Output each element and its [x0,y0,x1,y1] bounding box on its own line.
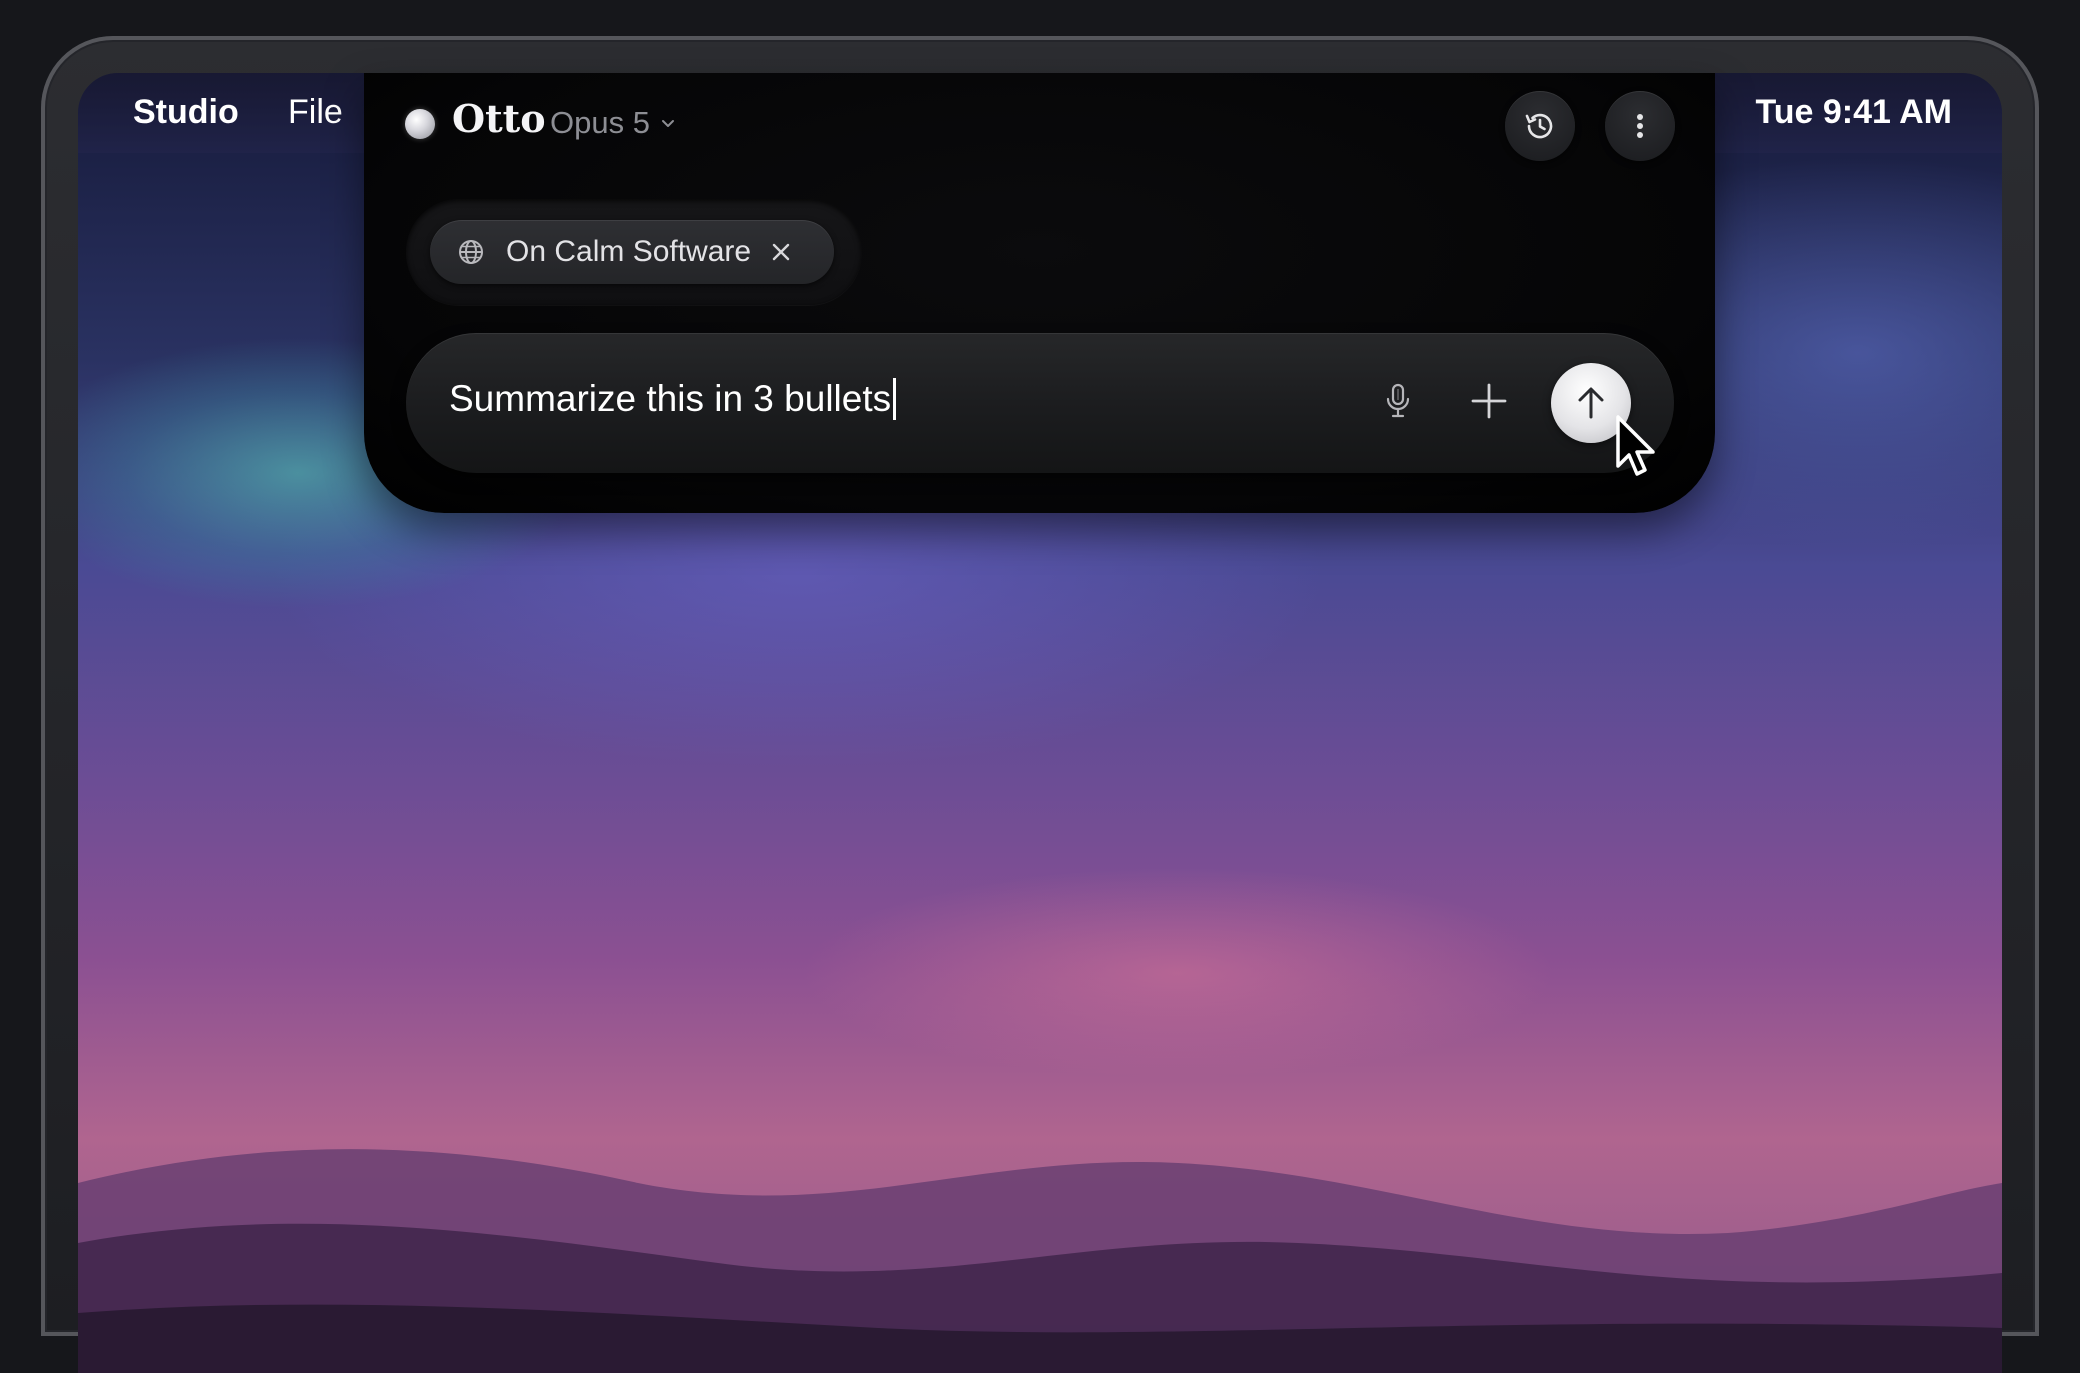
add-attachment-button[interactable] [1467,379,1511,423]
arrow-up-icon [1578,387,1604,419]
history-button[interactable] [1505,91,1575,161]
more-vertical-icon [1637,114,1643,138]
plus-icon [1471,383,1507,419]
prompt-input-value: Summarize this in 3 bullets [449,378,892,419]
text-caret [893,378,897,420]
close-icon[interactable] [769,240,793,264]
model-label: Opus 5 [550,105,650,140]
context-chip-label: On Calm Software [506,235,752,268]
prompt-input-bar: Summarize this in 3 bullets [406,333,1674,473]
chevron-down-icon [661,120,674,127]
prompt-input[interactable]: Summarize this in 3 bullets [449,378,897,420]
microphone-button[interactable] [1376,379,1420,423]
more-options-button[interactable] [1605,91,1675,161]
otto-panel: Otto Opus 5 On Calm Software Summarize t… [364,73,1715,513]
assistant-name: Otto [452,96,546,141]
model-selector[interactable]: Opus 5 [550,105,676,141]
menu-clock[interactable]: Tue 9:41 AM [1756,93,1952,132]
context-chip[interactable]: On Calm Software [430,220,834,284]
microphone-icon [1386,383,1410,418]
menu-app-name[interactable]: Studio [133,93,239,132]
otto-orb-icon [405,109,435,139]
menu-file[interactable]: File [288,93,343,132]
globe-icon [459,240,483,264]
send-button[interactable] [1551,363,1631,443]
wallpaper-hills [78,1149,2002,1373]
history-icon [1525,113,1553,139]
